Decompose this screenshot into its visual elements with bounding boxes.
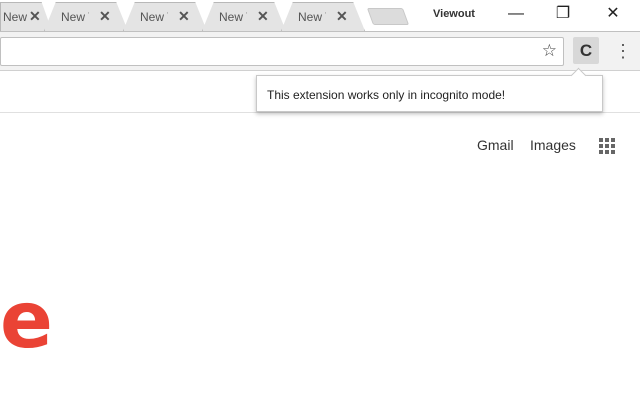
toolbar: ☆ C ⋮ — [0, 31, 640, 71]
profile-name[interactable]: Viewout — [433, 8, 475, 20]
menu-icon[interactable]: ⋮ — [614, 38, 632, 64]
minimize-button[interactable]: — — [493, 0, 539, 30]
tab-4[interactable]: New Tab ✕ — [202, 2, 286, 31]
images-link[interactable]: Images — [530, 137, 576, 153]
tab-1[interactable]: New Tab✕ — [0, 2, 52, 31]
new-tab-button[interactable] — [366, 8, 410, 25]
close-tab-icon[interactable]: ✕ — [29, 8, 41, 25]
tab-title: New Tab — [298, 10, 326, 24]
tab-title: New Tab — [219, 10, 247, 24]
tab-strip: New Tab✕ New Tab✕ New Tab✕ New Tab✕ New … — [0, 0, 640, 31]
extension-tooltip: This extension works only in incognito m… — [256, 75, 603, 112]
address-bar[interactable]: ☆ — [0, 37, 564, 66]
close-tab-icon[interactable]: ✕ — [257, 8, 269, 25]
close-tab-icon[interactable]: ✕ — [99, 8, 111, 25]
tab-2[interactable]: New Tab ✕ — [44, 2, 128, 31]
tab-title: New Tab — [61, 10, 89, 24]
apps-grid-icon[interactable] — [599, 138, 615, 154]
bookmark-star-icon[interactable]: ☆ — [542, 41, 557, 61]
tab-title: New Tab — [140, 10, 168, 24]
logo: e — [0, 276, 53, 366]
tab-title: New Tab — [3, 10, 27, 24]
tab-5[interactable]: New Tab ✕ — [281, 2, 365, 31]
close-tab-icon[interactable]: ✕ — [178, 8, 190, 25]
restore-button[interactable]: ❐ — [540, 0, 586, 30]
gmail-link[interactable]: Gmail — [477, 137, 514, 153]
tooltip-text: This extension works only in incognito m… — [267, 88, 506, 102]
extension-icon[interactable]: C — [573, 37, 599, 64]
tab-3[interactable]: New Tab ✕ — [123, 2, 207, 31]
close-tab-icon[interactable]: ✕ — [336, 8, 348, 25]
close-window-button[interactable]: ✕ — [590, 0, 636, 30]
